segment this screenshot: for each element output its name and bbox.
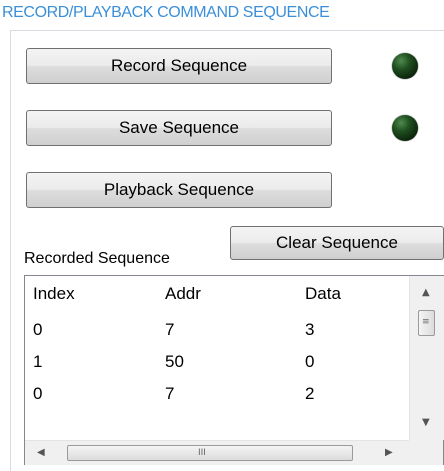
column-header-index[interactable]: Index bbox=[33, 284, 75, 304]
record-sequence-button[interactable]: Record Sequence bbox=[26, 48, 332, 84]
cell-data: 0 bbox=[305, 352, 315, 371]
table-row[interactable]: 0 7 3 bbox=[25, 316, 409, 344]
scrollbar-corner bbox=[409, 440, 443, 464]
horizontal-scrollbar[interactable]: ◀ III ▶ bbox=[25, 440, 443, 465]
playback-sequence-button[interactable]: Playback Sequence bbox=[26, 172, 332, 208]
group-title: RECORD/PLAYBACK COMMAND SEQUENCE bbox=[2, 4, 330, 21]
cell-data: 3 bbox=[305, 320, 315, 339]
horizontal-scroll-thumb[interactable]: III bbox=[67, 445, 353, 461]
scroll-left-arrow-icon[interactable]: ◀ bbox=[37, 448, 45, 458]
table-row[interactable]: 0 7 2 bbox=[25, 380, 409, 408]
scroll-down-arrow-icon[interactable]: ▼ bbox=[422, 418, 430, 428]
table-header-row: Index Addr Data bbox=[25, 280, 409, 308]
recorded-sequence-label: Recorded Sequence bbox=[24, 250, 170, 267]
cell-addr: 50 bbox=[165, 352, 184, 371]
vertical-scroll-thumb[interactable]: ≡ bbox=[418, 310, 435, 336]
table-row[interactable]: 1 50 0 bbox=[25, 348, 409, 376]
save-indicator-led bbox=[392, 115, 418, 141]
cell-index: 0 bbox=[33, 320, 43, 339]
grip-icon: ≡ bbox=[422, 317, 430, 327]
save-sequence-button[interactable]: Save Sequence bbox=[26, 110, 332, 146]
cell-index: 0 bbox=[33, 384, 43, 403]
clear-sequence-button[interactable]: Clear Sequence bbox=[230, 226, 444, 260]
cell-addr: 7 bbox=[165, 320, 175, 339]
vertical-scrollbar[interactable]: ▲ ≡ ▼ bbox=[409, 276, 444, 440]
column-header-data[interactable]: Data bbox=[305, 284, 341, 304]
column-header-addr[interactable]: Addr bbox=[165, 284, 201, 304]
recorded-sequence-table[interactable]: Index Addr Data 0 7 3 1 50 0 0 7 2 ▲ ≡ ▼… bbox=[24, 275, 444, 465]
cell-data: 2 bbox=[305, 384, 315, 403]
scroll-up-arrow-icon[interactable]: ▲ bbox=[422, 288, 430, 298]
scroll-right-arrow-icon[interactable]: ▶ bbox=[385, 448, 393, 458]
cell-index: 1 bbox=[33, 352, 43, 371]
cell-addr: 7 bbox=[165, 384, 175, 403]
grip-icon: III bbox=[198, 448, 206, 458]
record-indicator-led bbox=[392, 53, 418, 79]
